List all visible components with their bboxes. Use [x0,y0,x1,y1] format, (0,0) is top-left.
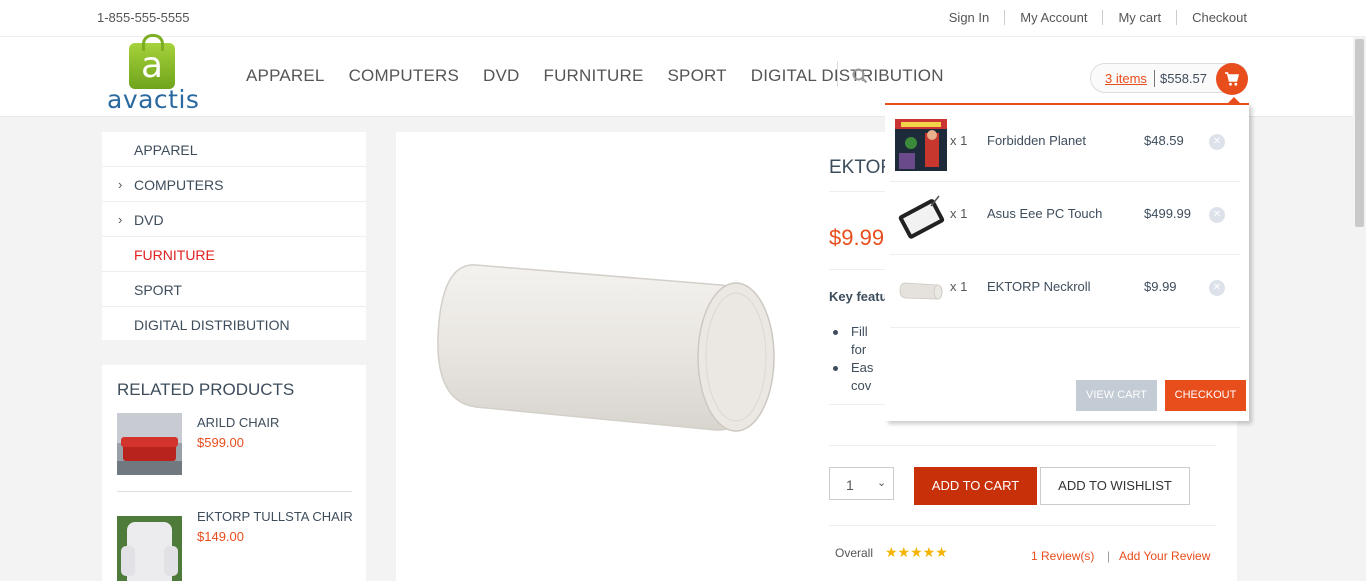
nav-item-digital-distribution[interactable]: DIGITAL DISTRIBUTION [751,66,944,86]
key-features-heading: Key featu [829,289,888,304]
checkout-link[interactable]: Checkout [1176,10,1247,25]
reviews-link[interactable]: 1 Review(s) [1031,549,1094,563]
remove-icon[interactable]: ✕ [1209,280,1225,296]
rating-stars-icon: ★★★★★ [885,544,948,560]
cart-item-price: $499.99 [1144,206,1191,221]
my-account-link[interactable]: My Account [1004,10,1102,25]
related-product-price: $149.00 [197,529,244,544]
sidebar-item-dvd[interactable]: › DVD [102,202,366,237]
sidebar-item-computers[interactable]: › COMPUTERS [102,167,366,202]
feature-item: Fill for [833,324,868,357]
product-thumbnail[interactable] [117,413,182,475]
sidebar-item-label: FURNITURE [134,247,215,263]
quantity-value: 1 [846,477,854,493]
related-products-title: RELATED PRODUCTS [117,380,295,399]
remove-icon[interactable]: ✕ [1209,134,1225,150]
cart-dropdown: x 1 Forbidden Planet $48.59 ✕ x 1 Asus E… [885,103,1249,421]
cart-item-thumbnail[interactable] [895,265,947,317]
chevron-right-icon: › [118,212,123,227]
quantity-select[interactable]: 1 ⌄ [829,467,894,500]
cart-item-qty: x 1 [950,133,968,148]
chevron-down-icon: ⌄ [877,477,887,489]
cart-item-name[interactable]: Forbidden Planet [987,133,1086,148]
cart-item-price: $48.59 [1144,133,1184,148]
cart-item: x 1 Asus Eee PC Touch $499.99 ✕ [890,182,1240,255]
chevron-right-icon: › [118,177,123,192]
logo-text: avactis [107,85,200,114]
sidebar-item-label: APPAREL [134,142,198,158]
sign-in-link[interactable]: Sign In [934,10,1004,25]
cart-item-count[interactable]: 3 items [1105,71,1147,86]
nav-item-sport[interactable]: SPORT [668,66,727,86]
cart-summary-divider [1154,70,1155,87]
my-cart-link[interactable]: My cart [1102,10,1176,25]
sidebar-item-furniture[interactable]: FURNITURE [102,237,366,272]
product-price: $9.99 [829,225,885,250]
cart-item-name[interactable]: Asus Eee PC Touch [987,206,1102,221]
view-cart-button[interactable]: VIEW CART [1076,380,1157,411]
divider [829,525,1216,526]
search-icon[interactable] [852,68,868,84]
add-to-wishlist-button[interactable]: ADD TO WISHLIST [1040,467,1190,505]
nav-divider [837,61,838,87]
related-product-name[interactable]: ARILD CHAIR [197,415,279,430]
cart-item-name[interactable]: EKTORP Neckroll [987,279,1091,294]
nav-item-dvd[interactable]: DVD [483,66,520,86]
checkout-button[interactable]: CHECKOUT [1165,380,1246,411]
category-menu: APPAREL › COMPUTERS › DVD FURNITURE SPOR… [102,132,366,340]
cart-item-qty: x 1 [950,206,968,221]
cart-total: $558.57 [1160,71,1207,86]
scrollbar-thumb[interactable] [1355,39,1364,227]
sidebar-item-apparel[interactable]: APPAREL [102,132,366,167]
cart-item: x 1 EKTORP Neckroll $9.99 ✕ [890,255,1240,328]
cart-item-price: $9.99 [1144,279,1177,294]
remove-icon[interactable]: ✕ [1209,207,1225,223]
related-products: RELATED PRODUCTS ARILD CHAIR $599.00 EKT… [102,365,366,581]
rating-label: Overall [835,546,874,560]
nav-item-apparel[interactable]: APPAREL [246,66,325,86]
phone-number: 1-855-555-5555 [97,10,190,25]
related-product-name[interactable]: EKTORP TULLSTA CHAIR [197,509,353,524]
nav-item-furniture[interactable]: FURNITURE [544,66,644,86]
product-image[interactable] [436,262,781,437]
sidebar-item-sport[interactable]: SPORT [102,272,366,307]
nav-item-computers[interactable]: COMPUTERS [349,66,459,86]
feature-item: Eas cov [832,360,874,393]
related-product-price: $599.00 [197,435,244,450]
review-links-separator: | [1107,549,1111,563]
site-logo[interactable]: a avactis [107,34,200,115]
add-review-link[interactable]: Add Your Review [1119,549,1210,563]
cart-item-thumbnail[interactable] [895,192,947,244]
sidebar-item-label: COMPUTERS [134,177,224,193]
sidebar-item-label: DVD [134,212,164,228]
account-links: Sign In My Account My cart Checkout [934,10,1247,25]
divider [829,445,1216,446]
add-to-cart-button[interactable]: ADD TO CART [914,467,1037,505]
shopping-bag-icon: a [129,34,175,89]
sidebar-item-digital-distribution[interactable]: DIGITAL DISTRIBUTION [102,307,366,342]
cart-item-thumbnail[interactable] [895,119,947,171]
product-thumbnail[interactable] [117,507,182,581]
shopping-cart-icon [1225,72,1240,86]
sidebar-item-label: DIGITAL DISTRIBUTION [134,317,290,333]
cart-button[interactable] [1216,63,1248,95]
cart-item-qty: x 1 [950,279,968,294]
divider [117,491,352,492]
cart-item: x 1 Forbidden Planet $48.59 ✕ [890,109,1240,182]
top-bar: 1-855-555-5555 Sign In My Account My car… [0,0,1366,37]
sidebar-item-label: SPORT [134,282,182,298]
